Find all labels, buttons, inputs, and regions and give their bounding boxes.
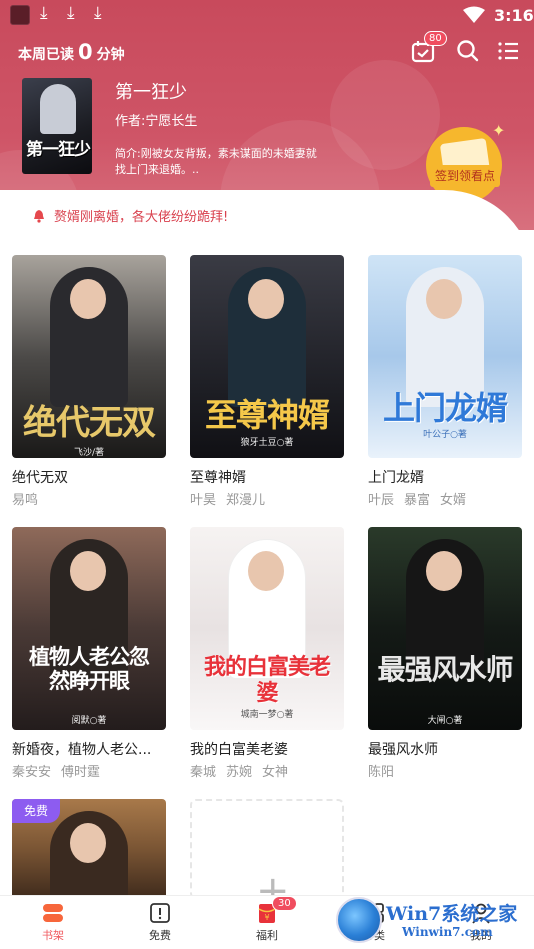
- cover-author: 飞沙/著: [73, 448, 105, 458]
- cover-figure-face: [248, 551, 284, 591]
- book-title[interactable]: 至尊神婿: [190, 467, 350, 487]
- book-tags: 叶昊 郑漫儿: [190, 489, 265, 508]
- cover-figure-face: [70, 279, 106, 319]
- book-tag: 女婿: [440, 493, 467, 508]
- reading-suffix: 分钟: [96, 47, 125, 63]
- cover-figure-face: [426, 551, 462, 591]
- cover-figure-face: [248, 279, 284, 319]
- book-tag: 易鸣: [12, 493, 39, 508]
- cover-title: 我的白富美老婆: [203, 655, 331, 706]
- book-tag: 秦安安: [12, 765, 52, 780]
- tab-label: 福利: [256, 929, 278, 942]
- book-tag: 女神: [262, 765, 289, 780]
- notice-bar[interactable]: 赘婿刚离婚，各大佬纷纷跪拜!: [32, 206, 228, 225]
- book-title[interactable]: 上门龙婿: [368, 467, 528, 487]
- menu-list-icon[interactable]: [496, 38, 522, 64]
- download-icon: ⤓: [67, 3, 75, 23]
- signin-label: 签到领看点: [430, 165, 500, 187]
- book-tags: 秦安安 傅时霆: [12, 761, 100, 780]
- cover-author: 狼牙土豆○著: [240, 438, 294, 448]
- welfare-badge: 30: [272, 896, 297, 911]
- download-icon: ⤓: [40, 3, 48, 23]
- svg-text:¥: ¥: [264, 913, 269, 922]
- cover-title: 植物人老公忽然睁开眼: [29, 645, 150, 693]
- wifi-icon: [463, 6, 485, 23]
- tab-label: 免费: [149, 929, 171, 942]
- cover-title: 最强风水师: [377, 653, 513, 686]
- book-open-icon: [150, 903, 170, 923]
- book-tags: 易鸣: [12, 489, 38, 508]
- cover-author: 叶公子○著: [423, 430, 467, 440]
- status-bar: ⤓ ⤓ ⤓ 3:16: [0, 0, 534, 30]
- featured-intro: 简介:刚被女友背叛，素未谋面的未婚妻就找上门来退婚。..: [115, 147, 317, 176]
- book-cover[interactable]: 绝代无双 飞沙/著: [12, 255, 166, 458]
- download-icon: ⤓: [94, 3, 102, 23]
- cover-author: 大闸○著: [427, 716, 463, 726]
- book-cover[interactable]: 我的白富美老婆 城南一梦○著: [190, 527, 344, 730]
- cover-figure: [40, 84, 76, 134]
- watermark-main: Win7系统之家: [386, 903, 518, 925]
- book-cover[interactable]: 植物人老公忽然睁开眼 阅默○著: [12, 527, 166, 730]
- cover-title: 至尊神婿: [204, 396, 330, 434]
- windows-logo-icon: [336, 897, 382, 943]
- bookshelf-icon: [43, 904, 63, 922]
- featured-cover-title: 第一狂少: [26, 140, 91, 160]
- bell-icon: [34, 209, 44, 223]
- book-title[interactable]: 我的白富美老婆: [190, 739, 350, 759]
- cover-title: 绝代无双: [23, 403, 156, 443]
- decor-bubble: [330, 60, 440, 170]
- cover-title: 上门龙婿: [382, 389, 508, 427]
- reading-minutes: 0: [78, 40, 93, 64]
- site-watermark: Win7系统之家 Winwin7.com: [336, 895, 534, 949]
- featured-author: 作者:宁愿长生: [115, 114, 198, 129]
- book-tag: 秦城: [190, 765, 217, 780]
- book-tags: 叶辰 暴富 女婿: [368, 489, 466, 508]
- checkin-badge: 80: [424, 31, 447, 46]
- book-tag: 傅时霆: [61, 765, 101, 780]
- book-tag: 苏婉: [226, 765, 253, 780]
- book-tag: 陈阳: [368, 765, 395, 780]
- tab-label: 书架: [42, 929, 64, 942]
- book-tag: 暴富: [404, 493, 431, 508]
- book-cover[interactable]: 至尊神婿 狼牙土豆○著: [190, 255, 344, 458]
- book-title[interactable]: 最强风水师: [368, 739, 528, 759]
- sparkle-icon: ✦: [492, 121, 506, 140]
- book-title[interactable]: 绝代无双: [12, 467, 172, 487]
- book-cover[interactable]: 上门龙婿 叶公子○著: [368, 255, 522, 458]
- free-badge: 免费: [12, 799, 61, 823]
- app-notification-icon: [10, 5, 30, 25]
- book-tag: 郑漫儿: [226, 493, 266, 508]
- book-tag: 叶昊: [190, 493, 217, 508]
- cover-author: 阅默○著: [71, 716, 107, 726]
- tab-free[interactable]: 免费: [120, 902, 200, 943]
- notice-text: 赘婿刚离婚，各大佬纷纷跪拜!: [54, 210, 229, 225]
- reading-prefix: 本周已读: [18, 47, 74, 63]
- book-cover[interactable]: 最强风水师 大闸○著: [368, 527, 522, 730]
- cover-author: 城南一梦○著: [240, 710, 294, 720]
- status-time: 3:16: [494, 6, 534, 25]
- weekly-reading: 本周已读 0 分钟: [18, 40, 125, 64]
- add-book-button[interactable]: +: [190, 799, 344, 911]
- search-icon[interactable]: [455, 38, 481, 64]
- cover-figure-face: [70, 551, 106, 591]
- featured-title[interactable]: 第一狂少: [115, 78, 187, 104]
- watermark-sub: Winwin7.com: [402, 925, 493, 939]
- book-tag: 叶辰: [368, 493, 395, 508]
- cover-figure-face: [426, 279, 462, 319]
- tab-bookshelf[interactable]: 书架: [13, 902, 93, 943]
- book-tags: 陈阳: [368, 761, 394, 780]
- book-tags: 秦城 苏婉 女神: [190, 761, 288, 780]
- book-title[interactable]: 新婚夜，植物人老公...: [12, 739, 172, 759]
- featured-book-cover[interactable]: 第一狂少: [22, 78, 92, 174]
- cover-figure-face: [70, 823, 106, 863]
